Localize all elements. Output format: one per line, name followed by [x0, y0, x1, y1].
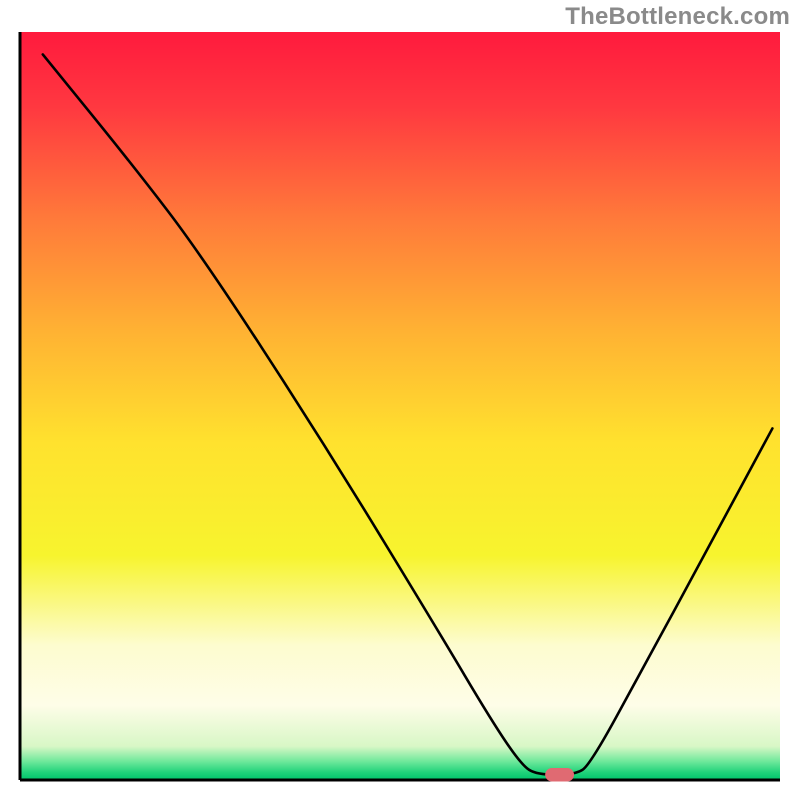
- chart-container: TheBottleneck.com: [0, 0, 800, 800]
- bottleneck-chart: [0, 0, 800, 800]
- optimal-point: [545, 768, 574, 781]
- gradient-background: [20, 32, 780, 780]
